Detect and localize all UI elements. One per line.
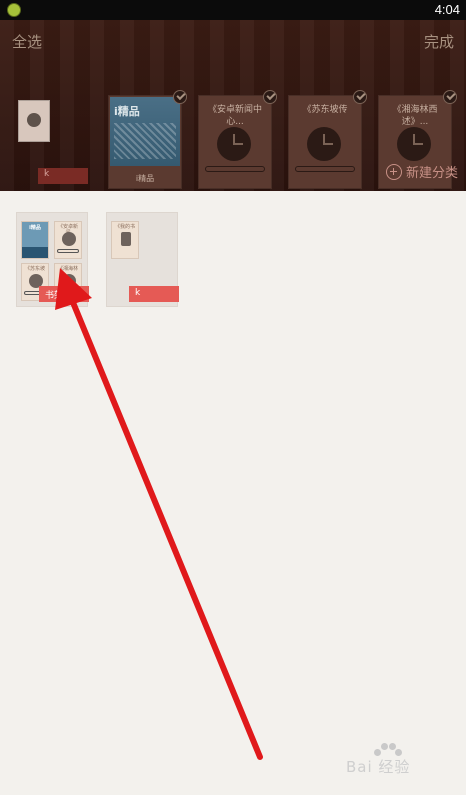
- book-label: i精品: [135, 174, 155, 183]
- status-clock: 4:04: [434, 2, 460, 17]
- clock-icon: [307, 127, 341, 161]
- watermark-text: Bai 经验: [346, 758, 411, 776]
- mini-book: 《我的书: [111, 221, 139, 259]
- new-category-button[interactable]: 新建分类: [385, 162, 458, 181]
- new-category-label: 新建分类: [405, 166, 458, 181]
- cover-brand: i精品: [114, 105, 140, 118]
- mini-book: i精品: [21, 221, 49, 259]
- shelf-book[interactable]: 《苏东坡传: [288, 90, 367, 189]
- done-button[interactable]: 完成: [424, 31, 454, 52]
- book-title: 《苏东坡传: [302, 105, 348, 115]
- shelf-book[interactable]: i精品 i精品: [108, 90, 187, 189]
- folder-name-tag: k: [129, 286, 179, 302]
- select-all-button[interactable]: 全选: [12, 31, 42, 52]
- status-bar: 4:04: [0, 0, 466, 20]
- category-tag[interactable]: k: [38, 168, 88, 184]
- book-icon: [27, 113, 41, 127]
- mini-book: 《安卓新闻: [54, 221, 82, 259]
- clock-icon: [217, 127, 251, 161]
- book-cover: i精品: [110, 97, 180, 166]
- shelf-book[interactable]: [18, 100, 50, 142]
- book-title: 《安卓新闻中心...: [207, 105, 262, 127]
- folder-name-tag: 书架: [39, 286, 89, 302]
- clock-icon: [62, 232, 76, 246]
- app-notification-icon: [7, 3, 21, 17]
- baidu-watermark: Bai 经验: [346, 743, 438, 777]
- selected-check-icon[interactable]: [443, 90, 457, 104]
- shelf-book[interactable]: 《安卓新闻中心...: [198, 90, 277, 189]
- selected-check-icon[interactable]: [173, 90, 187, 104]
- plus-circle-icon: [385, 163, 402, 180]
- selected-check-icon[interactable]: [353, 90, 367, 104]
- category-folder-bookshelf[interactable]: i精品 《安卓新闻 《苏东坡 《湘海林 书架: [16, 212, 89, 307]
- download-progress: [205, 166, 265, 172]
- top-bar: 全选 完成: [0, 20, 466, 60]
- clock-icon: [397, 127, 431, 161]
- book-icon: [121, 232, 131, 246]
- bookshelf-overlay: 全选 完成 k i精品 i精品 《安卓新闻中心... 《苏东坡传 《湘海林西述》…: [0, 20, 466, 191]
- selected-check-icon[interactable]: [263, 90, 277, 104]
- category-folder-k[interactable]: 《我的书 k: [106, 212, 179, 307]
- download-progress: [295, 166, 355, 172]
- book-title: 《湘海林西述》...: [392, 105, 438, 127]
